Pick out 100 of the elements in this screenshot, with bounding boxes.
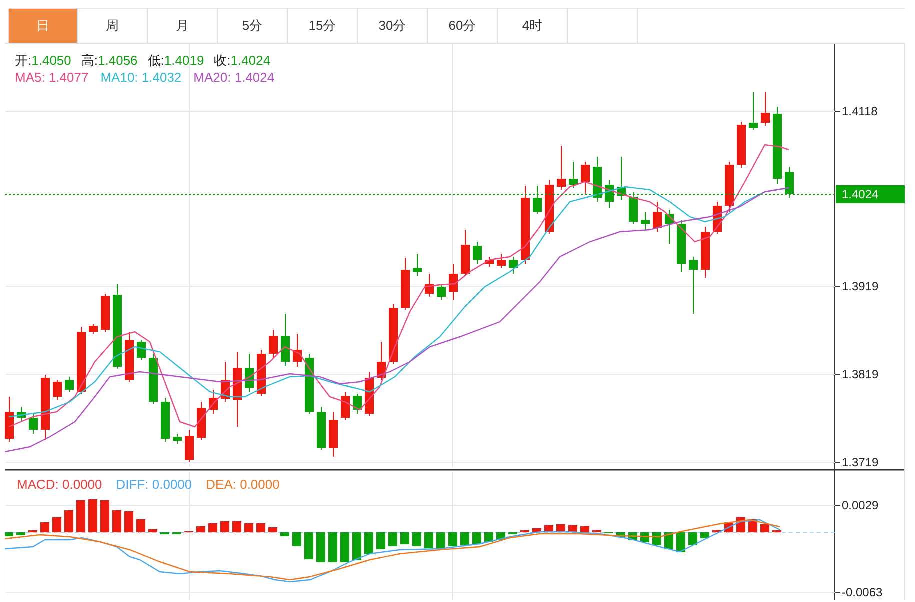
macd-bar	[76, 500, 86, 532]
macd-bar	[208, 524, 218, 532]
candlestick	[161, 398, 170, 442]
legend-entry: MA10: 1.4032	[100, 70, 182, 85]
macd-bar	[136, 520, 146, 532]
candlestick	[65, 376, 74, 392]
candlestick	[173, 434, 182, 444]
candlestick	[677, 220, 686, 272]
macd-bar	[532, 528, 542, 532]
macd-bar	[268, 528, 278, 532]
candlestick	[461, 230, 470, 276]
macd-bar	[292, 532, 302, 546]
macd-bar	[328, 532, 338, 562]
candlestick	[377, 342, 386, 380]
candlestick	[725, 162, 734, 212]
macd-bar	[388, 532, 398, 546]
candlestick	[701, 226, 710, 278]
macd-bar	[52, 518, 62, 532]
macd-bar	[112, 510, 122, 532]
candlestick	[653, 202, 662, 232]
candlestick	[341, 392, 350, 420]
candlestick	[101, 294, 110, 332]
macd-bar	[352, 532, 362, 560]
macd-bar	[376, 532, 386, 550]
candlestick	[329, 412, 338, 458]
macd-bar	[652, 532, 662, 546]
candlestick	[317, 406, 326, 450]
candlestick	[77, 326, 86, 394]
candlestick	[557, 146, 566, 190]
candlestick	[545, 180, 554, 234]
candlestick	[737, 122, 746, 168]
price-axis-label: 1.3919	[842, 280, 879, 294]
legend-entry: MA5: 1.4077	[15, 70, 89, 85]
candlestick	[29, 414, 38, 434]
candlestick	[449, 264, 458, 300]
candlestick	[89, 324, 98, 334]
price-axis-label: 1.4118	[842, 104, 878, 118]
macd-bar	[256, 524, 266, 532]
macd-bar	[616, 532, 626, 538]
candlestick	[641, 212, 650, 230]
macd-bar	[760, 524, 770, 532]
macd-bar	[424, 532, 434, 548]
current-price-label: 1.4024	[836, 186, 905, 204]
candlestick	[209, 390, 218, 414]
candlestick	[425, 274, 434, 298]
candlestick	[413, 254, 422, 276]
price-axis-label: 1.3819	[842, 368, 879, 382]
candlestick	[749, 92, 758, 130]
macd-bar	[448, 532, 458, 546]
candlestick	[293, 334, 302, 368]
candlestick	[581, 162, 590, 194]
candlestick	[353, 394, 362, 414]
candlestick	[389, 304, 398, 364]
macd-bar	[220, 522, 230, 532]
candlestick	[269, 330, 278, 358]
candlestick	[689, 256, 698, 314]
candlestick	[245, 354, 254, 392]
macd-bar	[124, 512, 134, 532]
macd-bar	[676, 532, 686, 552]
legend-entry: MACD: 0.0000	[17, 477, 102, 492]
candlestick	[125, 332, 134, 382]
macd-bar	[232, 522, 242, 532]
macd-bar	[40, 522, 50, 532]
candlestick	[197, 402, 206, 440]
candlestick	[137, 340, 146, 360]
candlestick	[401, 258, 410, 310]
candlestick	[437, 284, 446, 300]
candlestick	[221, 362, 230, 402]
candlestick	[149, 354, 158, 404]
legend-entry: 收:1.4024	[214, 52, 271, 70]
macd-axis-label: 0.0029	[842, 498, 879, 512]
candlestick	[497, 254, 506, 268]
candlestick	[17, 406, 26, 422]
macd-bar	[340, 532, 350, 562]
candlestick	[41, 374, 50, 440]
macd-bar	[580, 526, 590, 532]
legend-entry: 低:1.4019	[148, 52, 204, 70]
macd-bar	[304, 532, 314, 560]
macd-bar	[100, 500, 110, 532]
macd-bar	[16, 532, 26, 536]
macd-axis-label: -0.0063	[842, 586, 883, 600]
legend-entry: 高:1.4056	[81, 52, 138, 70]
macd-bar	[64, 510, 74, 532]
candlestick	[665, 210, 674, 244]
candlestick	[509, 256, 518, 274]
macd-bar	[280, 532, 290, 536]
legend-entry: DIFF: 0.0000	[116, 477, 192, 492]
macd-bar	[88, 500, 98, 532]
legend-entry: 开:1.4050	[15, 52, 72, 70]
candlestick	[305, 354, 314, 414]
macd-bar	[364, 532, 374, 554]
macd-bar	[148, 530, 158, 532]
macd-bar	[196, 526, 206, 532]
candlestick	[569, 162, 578, 188]
macd-bar	[688, 532, 698, 546]
macd-bar	[244, 524, 254, 532]
macd-bar	[460, 532, 470, 546]
candlestick	[185, 430, 194, 462]
macd-bar	[484, 532, 494, 542]
candlestick	[5, 396, 14, 442]
